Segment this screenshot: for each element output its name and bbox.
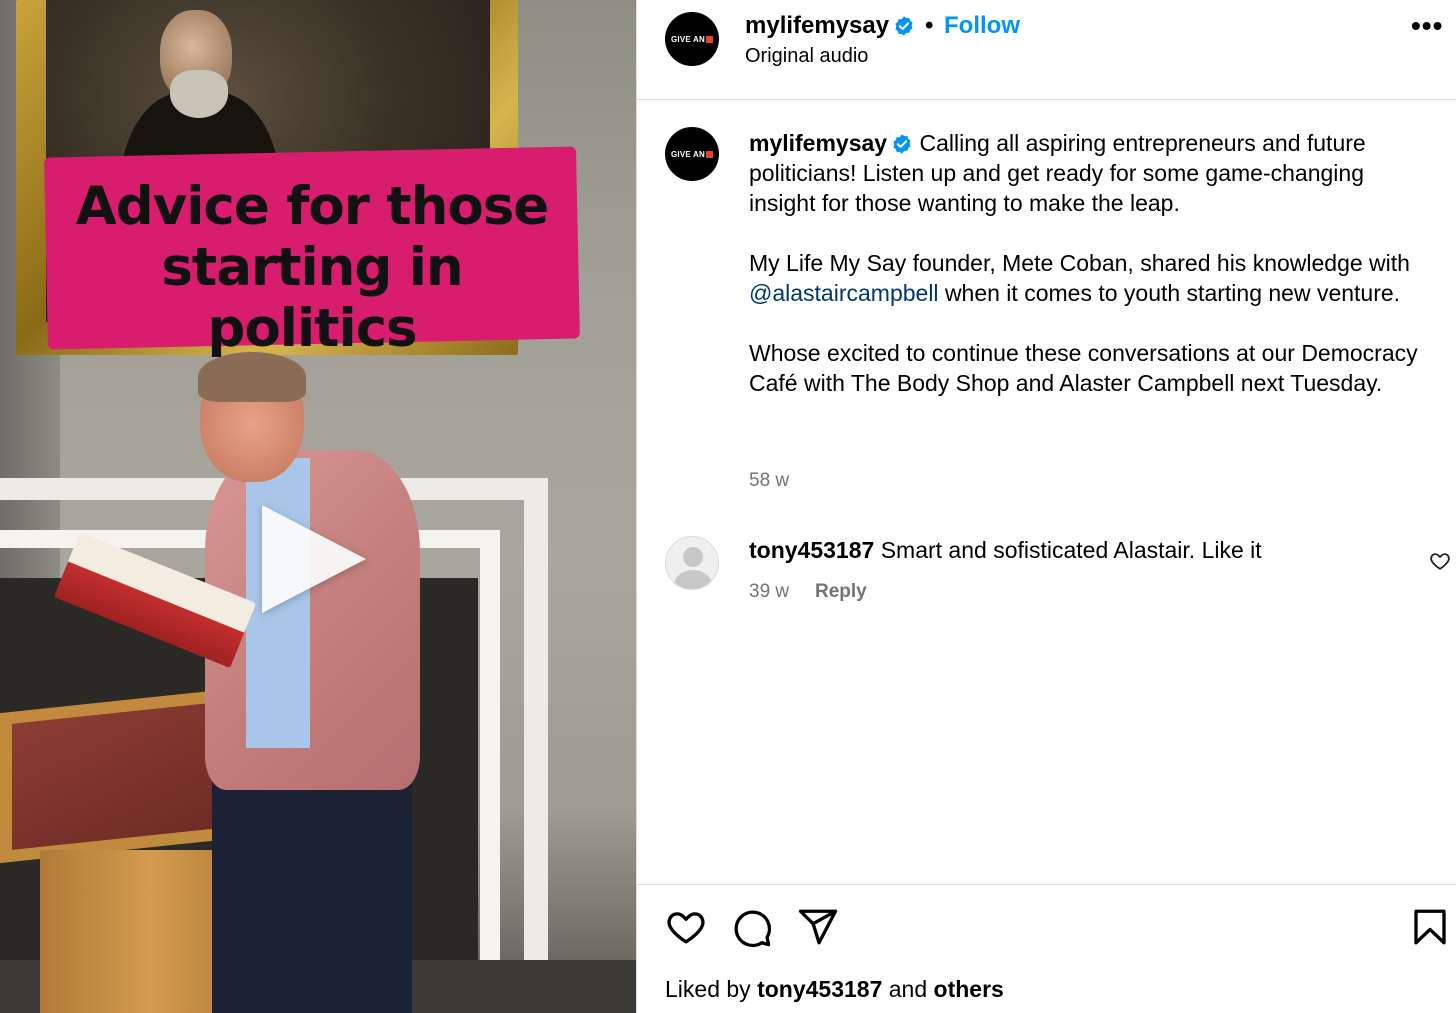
caption-paragraph-1: mylifemysay Calling all aspiring entrepr… <box>749 128 1429 218</box>
liked-by-and: and <box>888 976 928 1002</box>
follow-button[interactable]: Follow <box>944 12 1020 40</box>
more-options-icon[interactable]: ••• <box>1411 10 1443 42</box>
default-avatar-head <box>683 547 703 567</box>
verified-icon <box>893 134 911 154</box>
like-heart-icon[interactable] <box>665 906 707 948</box>
liked-by-others[interactable]: others <box>934 976 1004 1002</box>
header-separator: • <box>925 12 934 39</box>
post-caption: mylifemysay Calling all aspiring entrepr… <box>749 128 1429 428</box>
comment-timestamp[interactable]: 39 w <box>749 581 789 603</box>
mention-link[interactable]: @alastaircampbell <box>749 280 939 306</box>
caption-text-2a: My Life My Say founder, Mete Coban, shar… <box>749 250 1410 276</box>
header-username-row: mylifemysay <box>745 12 915 40</box>
caption-text-2b: when it comes to youth starting new vent… <box>944 280 1401 306</box>
overlay-text: Advice for those starting in politics <box>52 176 572 359</box>
comment-body: Smart and sofisticated Alastair. Like it <box>880 537 1262 563</box>
liked-by-prefix: Liked by <box>665 976 751 1002</box>
overlay-text-line2: starting in politics <box>161 237 463 359</box>
comment-bubble-icon[interactable] <box>731 906 773 948</box>
painting-beard <box>170 70 228 118</box>
post-video[interactable]: Advice for those starting in politics <box>0 0 636 1013</box>
likes-summary: Liked by tony453187 and others <box>665 976 1004 1003</box>
audio-link[interactable]: Original audio <box>745 45 868 68</box>
comment: tony453187 Smart and sofisticated Alasta… <box>749 537 1262 564</box>
avatar-logo-text: GIVE AN <box>671 34 705 44</box>
comment-heart-icon[interactable] <box>1429 550 1451 572</box>
caption-text-3: Whose excited to continue these conversa… <box>749 340 1418 396</box>
avatar-logo-text: GIVE AN <box>671 149 705 159</box>
comment-username[interactable]: tony453187 <box>749 537 874 563</box>
overlay-text-line1: Advice for those <box>75 176 550 237</box>
save-bookmark-icon[interactable] <box>1409 906 1451 948</box>
play-icon[interactable] <box>262 505 366 613</box>
verified-icon <box>895 16 913 36</box>
post-panel: GIVE AN mylifemysay • Follow Original au… <box>636 0 1456 1013</box>
footer-divider <box>637 884 1456 885</box>
header-avatar[interactable]: GIVE AN <box>665 12 719 66</box>
comment-avatar[interactable] <box>665 536 719 590</box>
header-username[interactable]: mylifemysay <box>745 12 889 39</box>
default-avatar-body <box>674 570 712 589</box>
caption-avatar[interactable]: GIVE AN <box>665 127 719 181</box>
reply-button[interactable]: Reply <box>815 581 867 603</box>
header-divider <box>637 99 1456 100</box>
caption-username[interactable]: mylifemysay <box>749 130 887 156</box>
caption-timestamp[interactable]: 58 w <box>749 470 789 492</box>
person-hair <box>198 352 306 402</box>
caption-paragraph-3: Whose excited to continue these conversa… <box>749 338 1429 398</box>
caption-paragraph-2: My Life My Say founder, Mete Coban, shar… <box>749 248 1429 308</box>
liked-by-user[interactable]: tony453187 <box>757 976 882 1002</box>
avatar-logo-mark <box>706 150 713 158</box>
avatar-logo-mark <box>706 35 713 43</box>
share-paper-plane-icon[interactable] <box>797 906 839 948</box>
